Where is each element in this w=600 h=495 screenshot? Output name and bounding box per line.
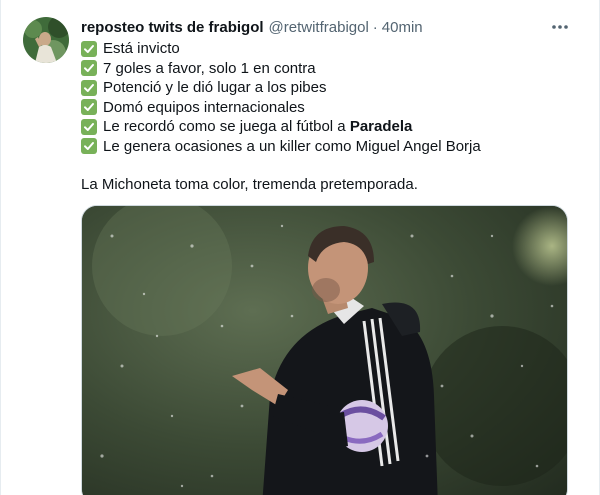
line-text: Le genera ocasiones a un killer como Mig… <box>103 137 481 155</box>
check-mark-icon <box>81 118 97 135</box>
tweet-line: Le recordó como se juega al fútbol a Par… <box>81 117 581 137</box>
tweet-line: Potenció y le dió lugar a los pibes <box>81 78 581 98</box>
line-text: Domó equipos internacionales <box>103 98 305 116</box>
line-text: Potenció y le dió lugar a los pibes <box>103 79 327 97</box>
tweet-line: Está invicto <box>81 39 581 59</box>
more-icon[interactable] <box>547 16 573 38</box>
tweet-text: Está invicto 7 goles a favor, solo 1 en … <box>81 39 581 156</box>
tweet-card[interactable]: reposteo twits de frabigol @retwitfrabig… <box>0 0 600 495</box>
line-text: 7 goles a favor, solo 1 en contra <box>103 59 316 77</box>
line-text: Le recordó como se juega al fútbol a <box>103 118 350 136</box>
avatar-image <box>23 17 69 63</box>
display-name[interactable]: reposteo twits de frabigol <box>81 19 264 36</box>
check-mark-icon <box>81 79 97 96</box>
tweet-media-photo[interactable] <box>81 205 568 495</box>
check-mark-icon <box>81 60 97 77</box>
separator-dot: · <box>372 18 378 36</box>
photo-image <box>82 206 567 495</box>
avatar[interactable] <box>23 17 69 63</box>
line-text: Está invicto <box>103 40 180 58</box>
tweet-line: Le genera ocasiones a un killer como Mig… <box>81 137 581 157</box>
tweet-line: 7 goles a favor, solo 1 en contra <box>81 59 581 79</box>
check-mark-icon <box>81 40 97 57</box>
check-mark-icon <box>81 138 97 155</box>
check-mark-icon <box>81 99 97 116</box>
timestamp[interactable]: 40min <box>382 19 423 36</box>
line-bold-text: Paradela <box>349 118 413 136</box>
tweet-extra-text: La Michoneta toma color, tremenda pretem… <box>81 176 418 193</box>
user-handle[interactable]: @retwitfrabigol <box>269 19 369 36</box>
tweet-header: reposteo twits de frabigol @retwitfrabig… <box>81 17 423 37</box>
tweet-line: Domó equipos internacionales <box>81 98 581 118</box>
